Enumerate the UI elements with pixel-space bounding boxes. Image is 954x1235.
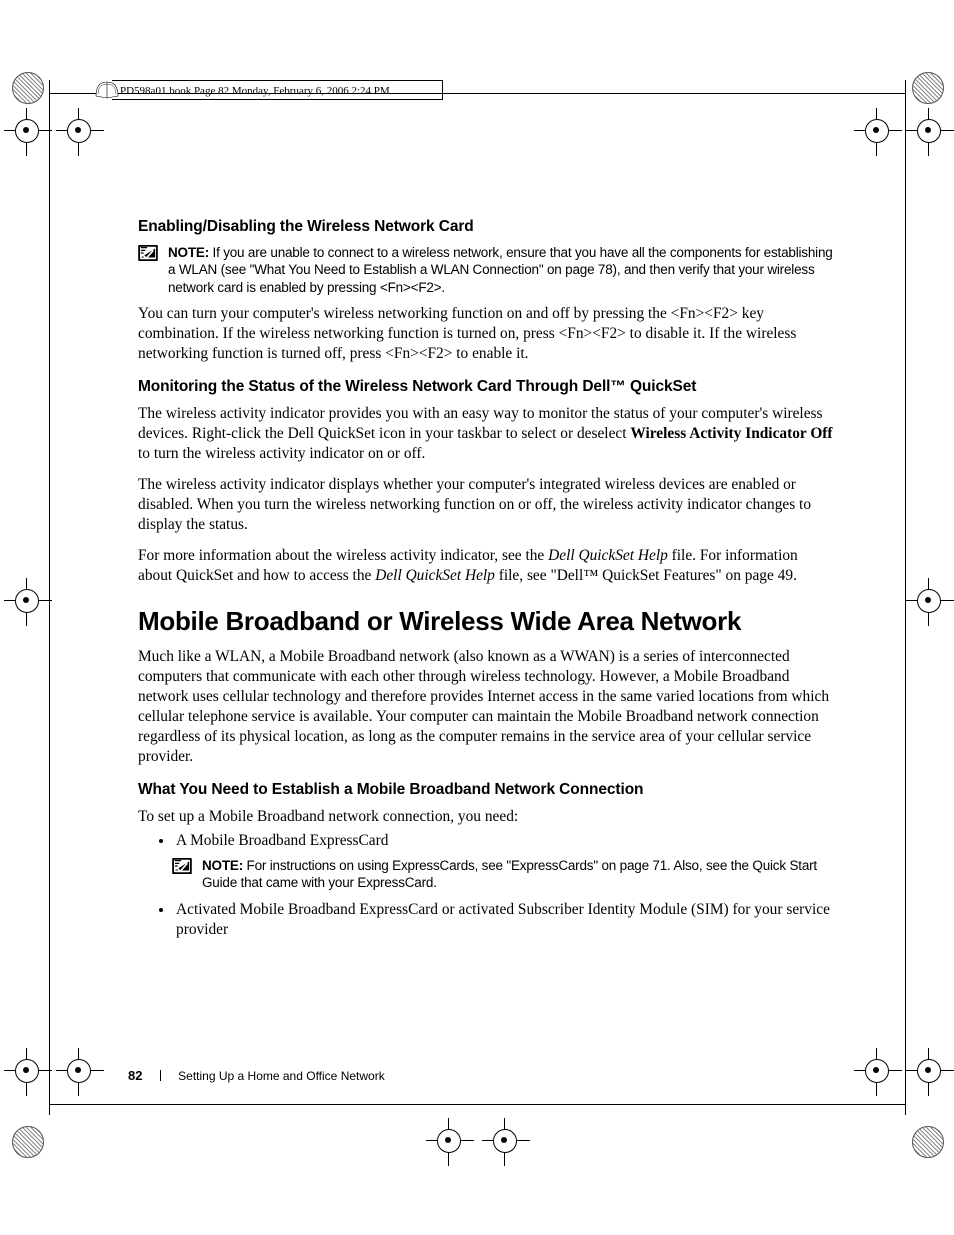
crop-mark xyxy=(858,112,894,148)
heading-enable-disable: Enabling/Disabling the Wireless Network … xyxy=(138,218,833,236)
bullet-list: A Mobile Broadband ExpressCard xyxy=(138,831,833,851)
crop-mark xyxy=(430,1122,466,1158)
note-block-1: NOTE: If you are unable to connect to a … xyxy=(138,244,833,296)
running-head-box xyxy=(112,80,443,100)
text-italic: Dell QuickSet Help xyxy=(548,547,668,564)
note-body: If you are unable to connect to a wirele… xyxy=(168,245,833,295)
para-monitoring-2: The wireless activity indicator displays… xyxy=(138,475,833,535)
note-icon xyxy=(172,858,192,874)
crop-mark xyxy=(910,1052,946,1088)
text-frag: For more information about the wireless … xyxy=(138,547,548,564)
para-monitoring-3: For more information about the wireless … xyxy=(138,546,833,586)
crop-line-right xyxy=(905,80,906,1115)
crop-mark xyxy=(486,1122,522,1158)
heading-monitoring: Monitoring the Status of the Wireless Ne… xyxy=(138,378,833,396)
registration-mark-tr xyxy=(912,72,944,104)
crop-mark xyxy=(60,1052,96,1088)
text-frag: file, see "Dell™ QuickSet Features" on p… xyxy=(495,567,797,584)
crop-mark xyxy=(8,582,44,618)
page: PD598a01.book Page 82 Monday, February 6… xyxy=(0,0,954,1235)
crop-mark xyxy=(60,112,96,148)
crop-mark xyxy=(8,1052,44,1088)
book-icon xyxy=(94,76,120,102)
crop-mark xyxy=(910,582,946,618)
content-area: Enabling/Disabling the Wireless Network … xyxy=(138,218,833,946)
crop-line-bottom xyxy=(50,1104,906,1105)
crop-mark xyxy=(8,112,44,148)
footer-separator xyxy=(160,1070,161,1081)
bullet-list: Activated Mobile Broadband ExpressCard o… xyxy=(138,900,833,940)
note-body: For instructions on using ExpressCards, … xyxy=(202,858,817,890)
note-label: NOTE: xyxy=(202,858,243,873)
crop-line-left xyxy=(49,80,50,1115)
note-icon xyxy=(138,245,158,261)
para-mobile-broadband: Much like a WLAN, a Mobile Broadband net… xyxy=(138,647,833,767)
page-number: 82 xyxy=(128,1068,142,1083)
list-item: Activated Mobile Broadband ExpressCard o… xyxy=(174,900,833,940)
crop-mark xyxy=(858,1052,894,1088)
heading-mobile-broadband: Mobile Broadband or Wireless Wide Area N… xyxy=(138,606,833,637)
registration-mark-bl xyxy=(12,1126,44,1158)
registration-mark-br xyxy=(912,1126,944,1158)
crop-mark xyxy=(910,112,946,148)
chapter-title: Setting Up a Home and Office Network xyxy=(178,1069,385,1083)
note-label: NOTE: xyxy=(168,245,209,260)
note-text-2: NOTE: For instructions on using ExpressC… xyxy=(202,857,833,892)
para-monitoring-1: The wireless activity indicator provides… xyxy=(138,404,833,464)
text-frag: to turn the wireless activity indicator … xyxy=(138,445,425,462)
list-item: A Mobile Broadband ExpressCard xyxy=(174,831,833,851)
note-text-1: NOTE: If you are unable to connect to a … xyxy=(168,244,833,296)
registration-mark-tl xyxy=(12,72,44,104)
note-block-2: NOTE: For instructions on using ExpressC… xyxy=(172,857,833,892)
page-footer: 82 Setting Up a Home and Office Network xyxy=(128,1068,385,1083)
text-italic: Dell QuickSet Help xyxy=(375,567,495,584)
text-bold: Wireless Activity Indicator Off xyxy=(630,425,832,442)
para-what-you-need: To set up a Mobile Broadband network con… xyxy=(138,807,833,827)
heading-what-you-need: What You Need to Establish a Mobile Broa… xyxy=(138,781,833,799)
para-enable-disable: You can turn your computer's wireless ne… xyxy=(138,304,833,364)
